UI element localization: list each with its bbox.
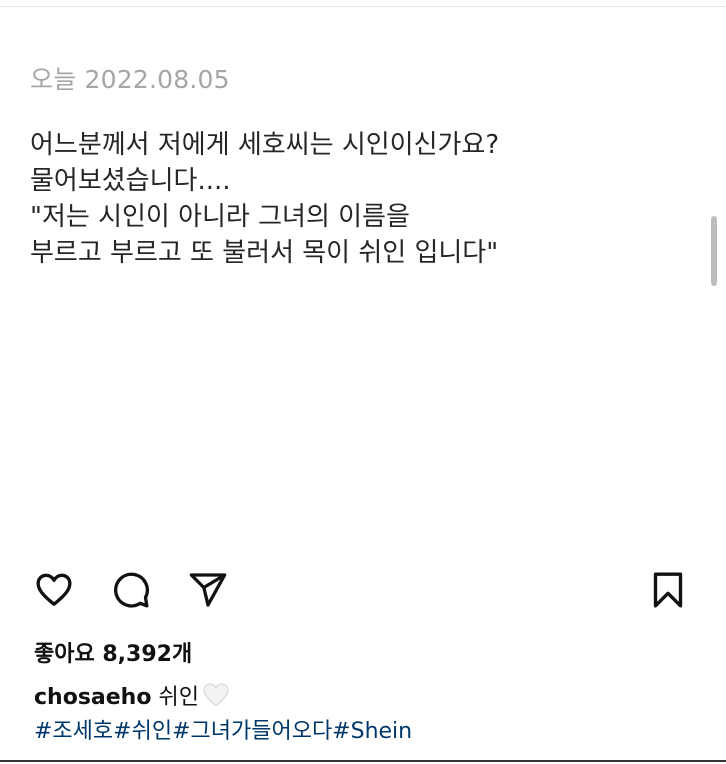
caption-text: 쉬인 bbox=[158, 685, 199, 710]
white-heart-icon bbox=[201, 680, 231, 716]
like-button[interactable] bbox=[30, 566, 78, 614]
post-line: 부르고 부르고 또 불러서 목이 쉬인 입니다" bbox=[30, 238, 499, 268]
scrollbar[interactable] bbox=[711, 216, 717, 286]
bottom-divider bbox=[0, 760, 726, 762]
post-line: 어느분께서 저에게 세호씨는 시인이신가요? bbox=[30, 130, 500, 160]
action-bar bbox=[0, 566, 726, 614]
post-image[interactable]: 오늘 2022.08.05 어느분께서 저에게 세호씨는 시인이신가요? 물어보… bbox=[0, 10, 726, 550]
heart-icon bbox=[36, 573, 72, 606]
post-line: 물어보셨습니다.... bbox=[30, 166, 231, 196]
caption: chosaeho 쉬인 bbox=[34, 679, 231, 716]
share-button[interactable] bbox=[184, 566, 232, 614]
comment-button[interactable] bbox=[107, 566, 155, 614]
likes-count[interactable]: 좋아요 8,392개 bbox=[34, 636, 192, 668]
save-button[interactable] bbox=[644, 566, 692, 614]
top-divider bbox=[0, 6, 726, 7]
post-date: 오늘 2022.08.05 bbox=[30, 65, 230, 94]
bookmark-icon bbox=[653, 572, 683, 608]
send-icon bbox=[189, 573, 227, 607]
post-text: 어느분께서 저에게 세호씨는 시인이신가요? 물어보셨습니다.... "저는 시… bbox=[30, 127, 499, 271]
hashtags-link[interactable]: #조세호#쉬인#그녀가들어오다#Shein bbox=[34, 713, 412, 745]
post-line: "저는 시인이 아니라 그녀의 이름을 bbox=[30, 202, 410, 232]
comment-icon bbox=[114, 572, 149, 608]
username-link[interactable]: chosaeho bbox=[34, 685, 151, 710]
